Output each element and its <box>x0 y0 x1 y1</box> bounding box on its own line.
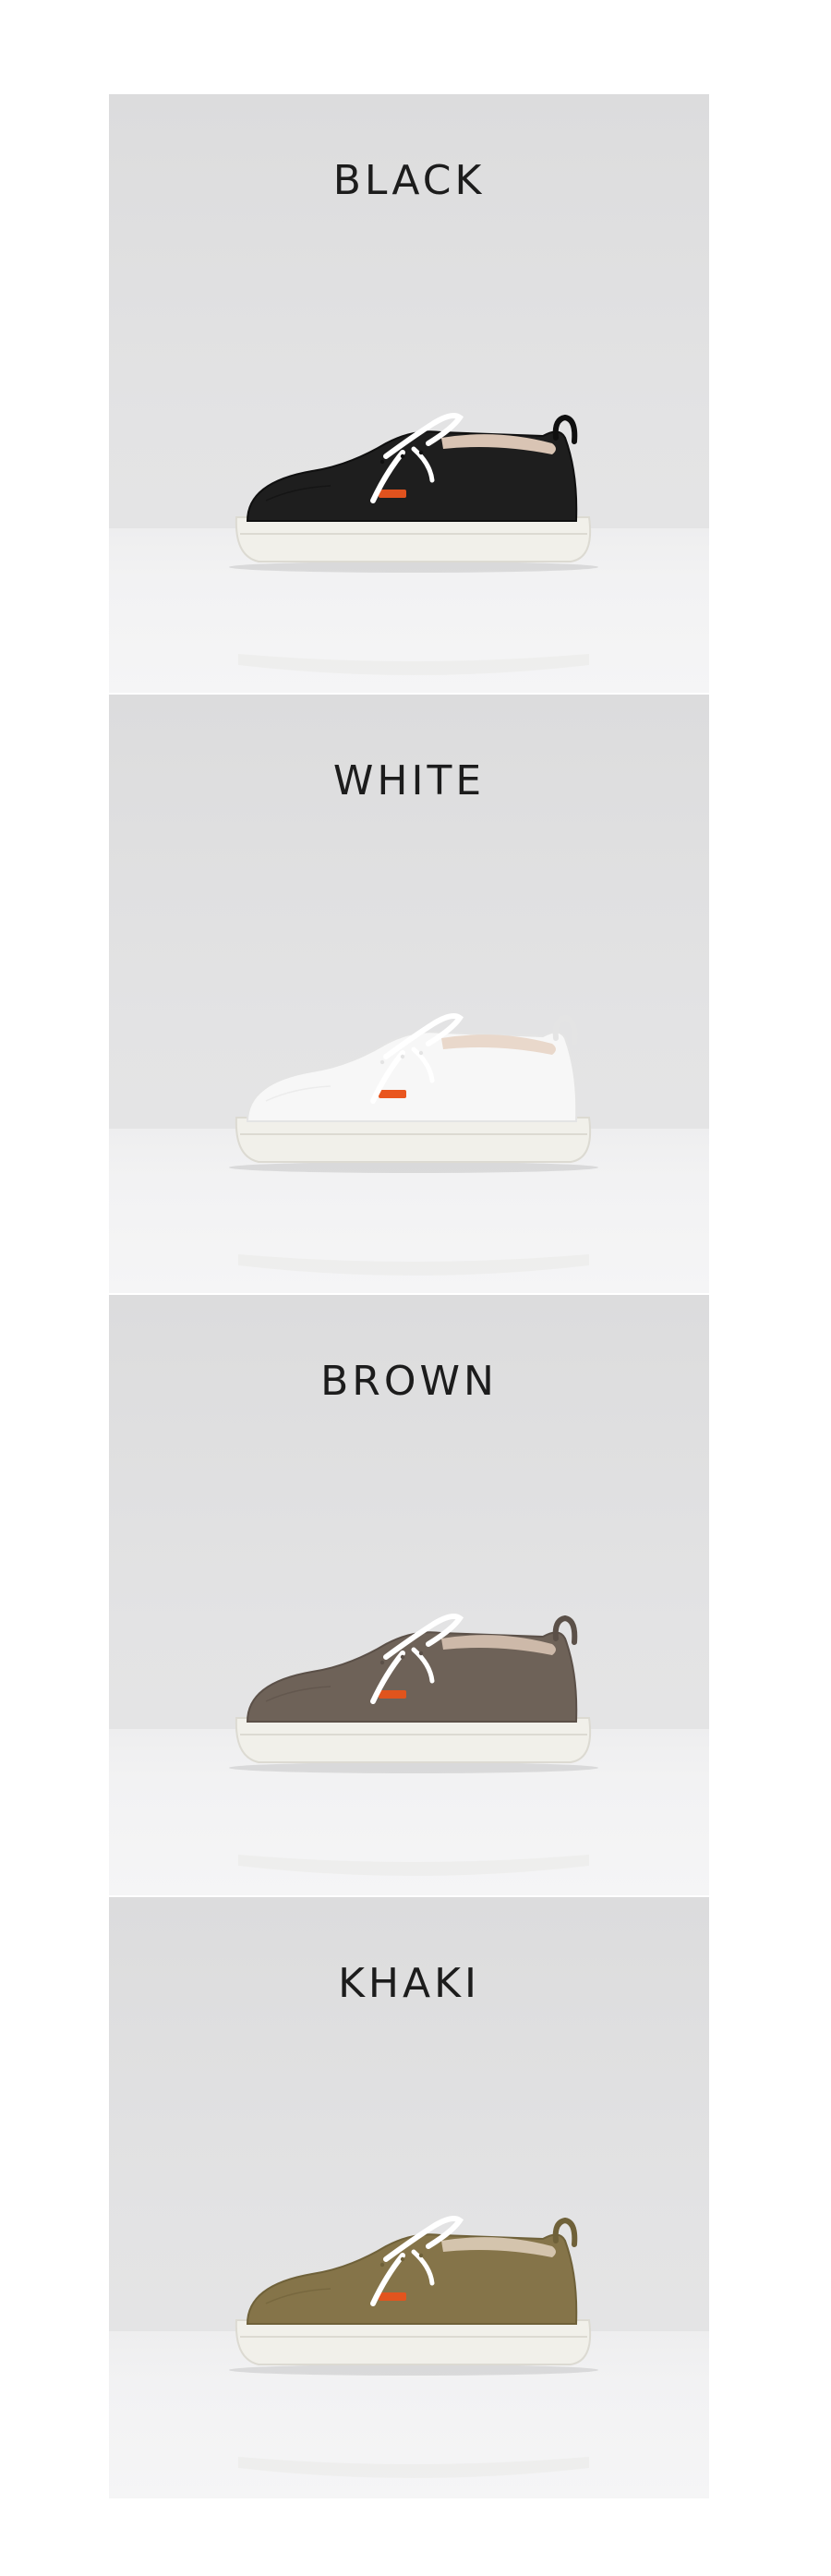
variant-panel-black: BLACK <box>109 94 709 693</box>
shoe-shadow <box>229 1762 598 1773</box>
shoe-sole <box>235 1117 592 1163</box>
variant-panel-brown: BROWN <box>109 1295 709 1895</box>
shoe-image-black <box>229 413 598 675</box>
eyelet <box>379 2262 385 2268</box>
shoe-image-khaki <box>229 2216 598 2478</box>
brand-tab <box>379 490 406 498</box>
eyelet <box>418 1050 424 1056</box>
color-variant-gallery: BLACK WHITE BROWN KHAKI <box>109 94 709 2498</box>
brand-tab <box>379 1690 406 1699</box>
variant-panel-khaki: KHAKI <box>109 1897 709 2498</box>
shoe-sole <box>235 516 592 562</box>
shoe-shadow <box>229 2364 598 2376</box>
variant-panel-white: WHITE <box>109 695 709 1293</box>
shoe-shadow <box>229 1162 598 1173</box>
eyelet <box>379 1660 385 1665</box>
eyelet <box>379 459 385 465</box>
shoe-image-white <box>229 1013 598 1276</box>
eyelet <box>379 1059 385 1065</box>
eyelet <box>400 2256 405 2262</box>
shoe-reflection <box>238 1254 589 1276</box>
shoe-shadow <box>229 562 598 573</box>
eyelet <box>418 450 424 455</box>
shoe-reflection <box>238 2457 589 2478</box>
eyelet <box>400 1054 405 1059</box>
brand-tab <box>379 1090 406 1098</box>
shoe-reflection <box>238 654 589 675</box>
shoe-sole <box>235 1717 592 1763</box>
shoe-sole <box>235 2319 592 2365</box>
brand-tab <box>379 2292 406 2301</box>
eyelet <box>418 2253 424 2258</box>
shoe-image-brown <box>229 1614 598 1876</box>
eyelet <box>400 1654 405 1660</box>
shoe-reflection <box>238 1855 589 1876</box>
eyelet <box>400 454 405 459</box>
eyelet <box>418 1651 424 1656</box>
